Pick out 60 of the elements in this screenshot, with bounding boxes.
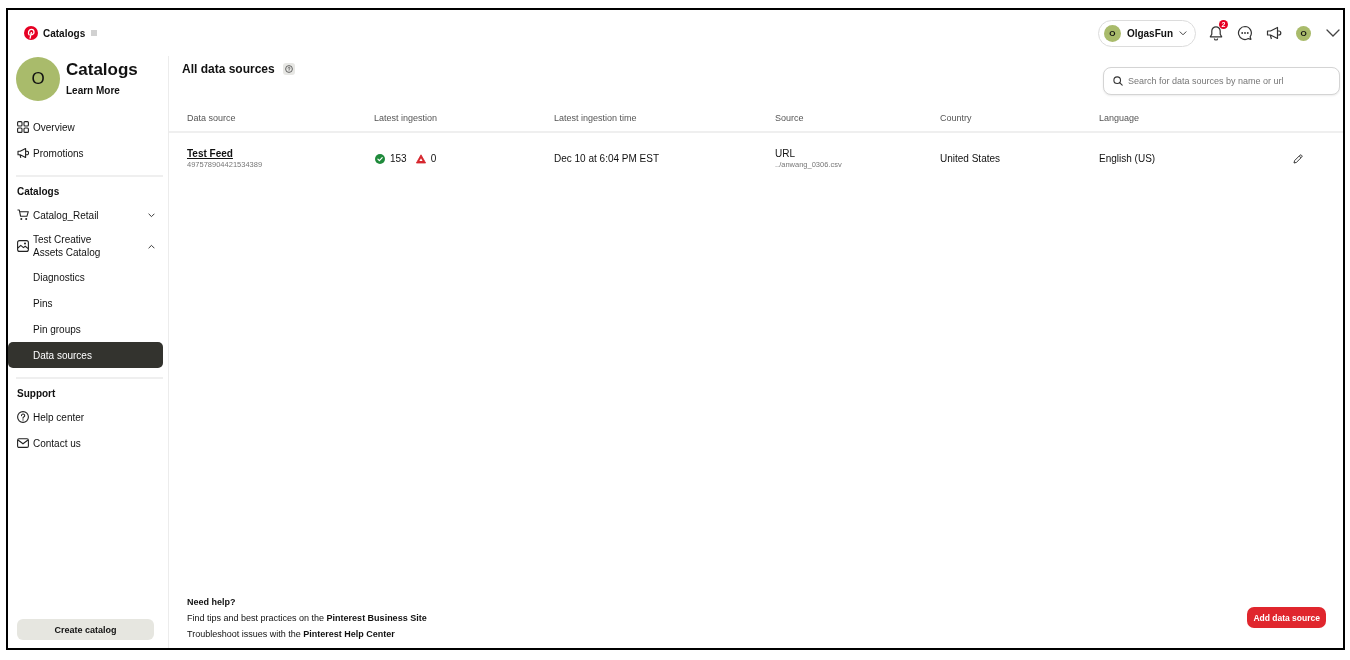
- grid-icon: [17, 121, 29, 133]
- column-header: Latest ingestion time: [554, 113, 638, 123]
- app-title: Catalogs: [43, 27, 86, 39]
- section-heading: Support: [16, 387, 57, 401]
- sidebar-title: Catalogs: [66, 60, 138, 80]
- search-field[interactable]: Search for data sources by name or url: [1103, 67, 1340, 95]
- column-header: Latest ingestion: [374, 113, 439, 123]
- source-type: URL: [775, 148, 795, 160]
- feed-link[interactable]: Test Feed: [187, 148, 233, 160]
- account-avatar: O: [1103, 24, 1121, 42]
- table-cell-text: Dec 10 at 6:04 PM EST: [554, 153, 661, 165]
- section-heading: Catalogs: [16, 185, 61, 199]
- chevron-up-icon[interactable]: [148, 243, 155, 249]
- account-switcher[interactable]: O OlgasFun: [1097, 19, 1196, 47]
- catalog-avatar: O: [16, 57, 60, 101]
- chat-icon[interactable]: [1237, 25, 1253, 41]
- create-catalog-button[interactable]: Create catalog: [17, 619, 154, 640]
- sidebar-item[interactable]: Catalog_Retail: [8, 202, 163, 228]
- error-count: 0: [430, 153, 437, 165]
- learn-more-link[interactable]: Learn More: [66, 84, 120, 97]
- sidebar-item[interactable]: Help center: [8, 404, 163, 430]
- page-title: All data sources: [182, 62, 275, 76]
- sidebar-subitem[interactable]: Diagnostics: [8, 264, 163, 290]
- help-link[interactable]: Pinterest Business Site: [326, 613, 427, 623]
- column-header: Country: [940, 113, 973, 123]
- help-heading: Need help?: [187, 596, 237, 609]
- sidebar-item[interactable]: Promotions: [8, 140, 163, 166]
- logo-icon[interactable]: [24, 26, 38, 40]
- megaphone-icon: [17, 147, 29, 159]
- sidebar-subitem[interactable]: Data sources: [8, 342, 163, 368]
- profile-avatar[interactable]: O: [1296, 25, 1311, 41]
- check-circle-icon: [375, 154, 385, 164]
- search-icon: [1113, 76, 1123, 86]
- column-header: Source: [775, 113, 805, 123]
- table-cell-text: United States: [940, 153, 1002, 165]
- help-icon: [17, 411, 29, 423]
- cart-icon: [17, 209, 29, 221]
- pencil-icon[interactable]: [1293, 154, 1303, 164]
- megaphone-icon[interactable]: [1266, 25, 1282, 41]
- help-icon[interactable]: [282, 63, 295, 75]
- chevron-down-icon[interactable]: [1326, 29, 1340, 37]
- sidebar-item[interactable]: Test Creative Assets Catalog: [8, 228, 163, 264]
- mail-icon: [17, 437, 29, 449]
- table-cell-text: English (US): [1099, 153, 1157, 165]
- help-link[interactable]: Pinterest Help Center: [303, 629, 395, 639]
- help-text: Troubleshoot issues with the: [187, 629, 301, 639]
- chevron-down-icon[interactable]: [148, 212, 155, 218]
- sidebar-subitem[interactable]: Pins: [8, 290, 163, 316]
- column-header: Data source: [187, 113, 237, 123]
- sidebar-subitem[interactable]: Pin groups: [8, 316, 163, 342]
- bell-icon[interactable]: [1208, 25, 1224, 41]
- success-count: 153: [390, 153, 407, 165]
- sidebar-item[interactable]: Contact us: [8, 430, 163, 456]
- column-header: Language: [1099, 113, 1141, 123]
- warning-icon: [415, 154, 426, 164]
- chevron-down-icon: [1179, 30, 1187, 36]
- sidebar-item[interactable]: Overview: [8, 114, 163, 140]
- image-icon: [17, 240, 29, 252]
- help-text: Find tips and best practices on the: [187, 613, 325, 623]
- add-data-source-button[interactable]: Add data source: [1247, 607, 1326, 628]
